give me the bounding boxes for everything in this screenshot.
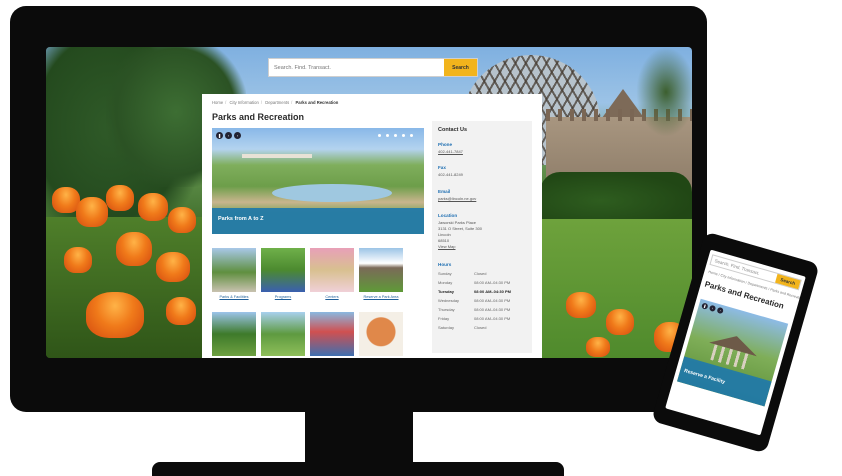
fax-label: Fax	[438, 165, 446, 170]
monitor-base	[152, 462, 564, 476]
tile-image[interactable]	[310, 312, 354, 356]
prev-icon[interactable]: ‹	[225, 132, 232, 139]
hours-row-today: Tuesday 08:00 AM–04:30 PM	[438, 289, 511, 294]
location-line: Jaworski Parks Place	[438, 220, 477, 225]
hours-row: Sunday Closed	[438, 271, 487, 276]
tile-label[interactable]: Reserve a Park Area	[351, 295, 411, 299]
search-input[interactable]	[269, 59, 444, 76]
pause-icon[interactable]: ❚	[701, 302, 709, 310]
mobile-hero-carousel[interactable]: ❚ ‹ › Reserve a Facility	[677, 298, 789, 407]
hours-row: Thursday 08:00 AM–04:30 PM	[438, 307, 511, 312]
hours-row: Saturday Closed	[438, 325, 487, 330]
hero-caption[interactable]: Parks from A to Z	[212, 208, 424, 234]
tulip	[606, 309, 634, 335]
email-link[interactable]: parks@lincoln.ne.gov	[438, 196, 476, 201]
tulip	[586, 337, 610, 357]
background-tree	[636, 47, 692, 137]
tile-image[interactable]	[261, 312, 305, 356]
hours-row: Monday 08:00 AM–04:30 PM	[438, 280, 511, 285]
location-line: Lincoln	[438, 232, 451, 237]
location-line: 3131 O Street, Suite 300	[438, 226, 483, 231]
tile-parks-facilities-image[interactable]	[212, 248, 256, 292]
tulip	[64, 247, 92, 273]
pause-icon[interactable]: ❚	[216, 132, 223, 139]
carousel-dot[interactable]	[394, 134, 397, 137]
contact-title: Contact Us	[438, 127, 468, 133]
tile-centers-image[interactable]	[310, 248, 354, 292]
tile-mascot-image[interactable]	[359, 312, 403, 356]
mobile-search-input[interactable]: Search. Find. Transact.	[711, 255, 778, 282]
tulip	[86, 292, 144, 338]
tulip	[76, 197, 108, 227]
location-line: 68510	[438, 238, 450, 243]
monitor-stand	[305, 410, 413, 468]
search-button[interactable]: Search	[444, 59, 477, 76]
hours-row: Wednesday 08:00 AM–04:30 PM	[438, 298, 511, 303]
breadcrumb-city-information[interactable]: City Information	[230, 100, 259, 105]
tulip	[156, 252, 190, 282]
breadcrumb-home[interactable]: Home	[212, 100, 223, 105]
desktop-monitor: Search Home/ City Information/ Departmen…	[10, 6, 707, 412]
contact-sidebar: Contact Us Phone 402-441-7847 Fax 402-44…	[432, 121, 532, 353]
fax-value: 402-441-8249	[438, 172, 463, 177]
next-icon[interactable]: ›	[234, 132, 241, 139]
prev-icon[interactable]: ‹	[708, 304, 717, 313]
tulip	[116, 232, 152, 266]
tulip	[168, 207, 196, 233]
mobile-hero-caption-text: Reserve a Facility	[683, 368, 726, 386]
search-bar: Search	[268, 58, 478, 77]
carousel-dot[interactable]	[402, 134, 405, 137]
phone-link[interactable]: 402-441-7847	[438, 149, 463, 154]
carousel-dot[interactable]	[386, 134, 389, 137]
breadcrumb-departments[interactable]: Departments	[265, 100, 289, 105]
carousel-dot[interactable]	[378, 134, 381, 137]
tulip	[566, 292, 596, 318]
desktop-screen: Search Home/ City Information/ Departmen…	[46, 47, 692, 358]
next-icon[interactable]: ›	[716, 306, 724, 315]
hours-label: Hours	[438, 262, 452, 267]
carousel-dot[interactable]	[410, 134, 413, 137]
email-label: Email	[438, 189, 451, 194]
background-hedge	[540, 172, 692, 220]
tile-image[interactable]	[212, 312, 256, 356]
breadcrumb-current: Parks and Recreation	[295, 100, 339, 105]
tulip	[166, 297, 196, 325]
page-content: Home / City Information / Departments / Par…	[202, 94, 542, 358]
hero-bridge	[242, 154, 312, 158]
tulip	[138, 193, 168, 221]
location-label: Location	[438, 213, 458, 218]
mobile-search-button[interactable]: Search	[775, 273, 801, 290]
tile-reserve-image[interactable]	[359, 248, 403, 292]
breadcrumb: Home / City Information / Departments / Par…	[212, 100, 339, 105]
tulip	[106, 185, 134, 211]
hours-row: Friday 08:00 AM–04:30 PM	[438, 316, 511, 321]
view-map-link[interactable]: View Map	[438, 244, 456, 249]
hero-carousel[interactable]: ❚ ‹ › Parks from A to Z	[212, 128, 424, 234]
hero-water	[272, 184, 392, 202]
tile-programs-image[interactable]	[261, 248, 305, 292]
page-title: Parks and Recreation	[212, 112, 305, 122]
hero-caption-text: Parks from A to Z	[218, 216, 264, 222]
phone-label: Phone	[438, 142, 453, 147]
